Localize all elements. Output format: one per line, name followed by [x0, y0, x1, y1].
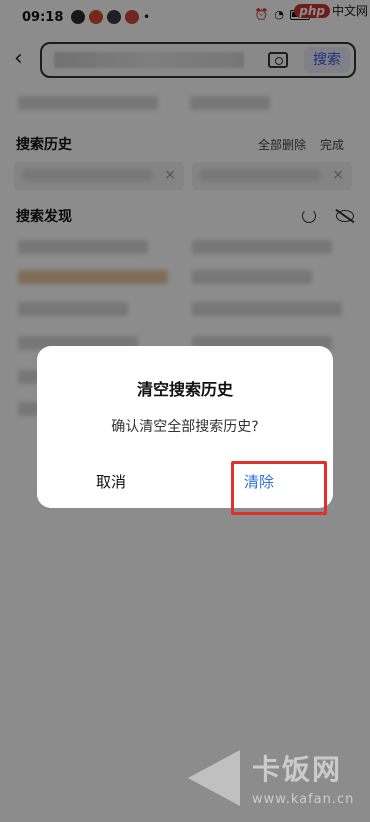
dialog-title: 清空搜索历史 — [136, 380, 233, 399]
highlight-annotation — [231, 461, 327, 515]
app-screen: 09:18 • ⏰ ◔ php 中文网 ‹ 搜索 搜索历史 全部删除 完成 × … — [0, 0, 370, 822]
kafan-name: 卡饭网 — [252, 753, 343, 786]
kafan-watermark: 卡饭网 www.kafan.cn — [180, 740, 368, 820]
kafan-url: www.kafan.cn — [252, 792, 355, 807]
cancel-button[interactable]: 取消 — [57, 468, 165, 496]
kafan-logo-icon — [180, 752, 240, 810]
dialog-message: 确认清空全部搜索历史? — [111, 419, 259, 435]
